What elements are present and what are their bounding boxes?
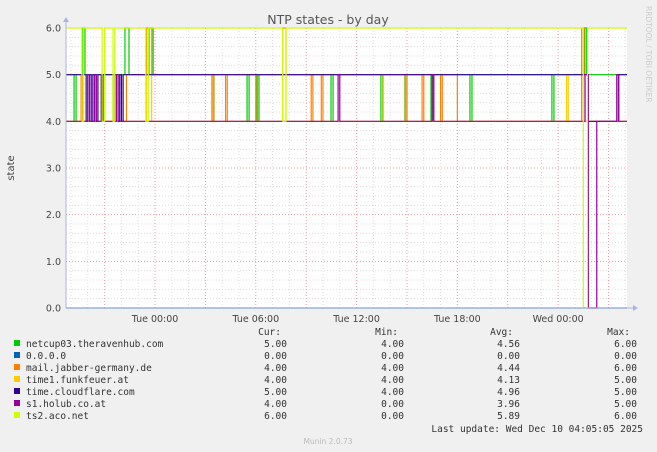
legend-header-min: Min: — [375, 327, 398, 338]
x-tick-label: Tue 06:00 — [231, 314, 279, 325]
x-tick-label: Wed 00:00 — [533, 314, 584, 325]
legend-avg-value: 4.56 — [497, 339, 520, 350]
legend-header-max: Max: — [607, 327, 630, 338]
legend-cur-value: 4.00 — [264, 399, 287, 410]
y-axis-label: state — [6, 155, 17, 180]
legend-min-value: 0.00 — [381, 411, 404, 422]
legend-cur-value: 6.00 — [264, 411, 287, 422]
legend-swatch — [14, 388, 20, 394]
legend-name: time1.funkfeuer.at — [26, 375, 129, 386]
legend-min-value: 4.00 — [381, 363, 404, 374]
legend-cur-value: 5.00 — [264, 339, 287, 350]
legend-avg-value: 5.89 — [497, 411, 520, 422]
legend-swatch — [14, 340, 20, 346]
legend-min-value: 4.00 — [381, 387, 404, 398]
legend-cur-value: 4.00 — [264, 363, 287, 374]
y-tick-label: 4.0 — [46, 117, 61, 128]
legend-avg-value: 4.96 — [497, 387, 520, 398]
last-update: Last update: Wed Dec 10 04:05:05 2025 — [431, 424, 643, 435]
legend-name: netcup03.theravenhub.com — [26, 339, 164, 350]
legend: Cur: Min: Avg: Max: netcup03.theravenhub.com… — [14, 327, 637, 422]
legend-max-value: 5.00 — [614, 387, 637, 398]
legend-max-value: 6.00 — [614, 363, 637, 374]
x-tick-label: Tue 18:00 — [433, 314, 481, 325]
legend-max-value: 6.00 — [614, 411, 637, 422]
y-axis-arrow — [63, 17, 69, 22]
rrdtool-watermark: RRDTOOL / TOBI OETIKER — [644, 6, 653, 103]
x-tick-label: Tue 12:00 — [332, 314, 380, 325]
y-tick-label: 5.0 — [46, 70, 61, 81]
legend-header-cur: Cur: — [258, 327, 281, 338]
y-tick-label: 2.0 — [46, 210, 61, 221]
legend-swatch — [14, 364, 20, 370]
munin-graph: NTP states - by day state RRDTOOL / TOBI… — [0, 0, 657, 452]
legend-min-value: 0.00 — [381, 399, 404, 410]
legend-avg-value: 0.00 — [497, 351, 520, 362]
legend-max-value: 5.00 — [614, 399, 637, 410]
legend-name: ts2.aco.net — [26, 411, 89, 422]
legend-name: mail.jabber-germany.de — [26, 363, 152, 374]
legend-swatch — [14, 352, 20, 358]
legend-swatch — [14, 400, 20, 406]
chart-title: NTP states - by day — [267, 12, 389, 27]
grid — [66, 27, 627, 309]
munin-version: Munin 2.0.73 — [303, 437, 352, 446]
legend-name: 0.0.0.0 — [26, 351, 66, 362]
legend-header-avg: Avg: — [490, 327, 513, 338]
legend-swatch — [14, 412, 20, 418]
legend-max-value: 6.00 — [614, 339, 637, 350]
legend-cur-value: 0.00 — [264, 351, 287, 362]
legend-avg-value: 3.96 — [497, 399, 520, 410]
legend-cur-value: 4.00 — [264, 375, 287, 386]
legend-cur-value: 5.00 — [264, 387, 287, 398]
legend-avg-value: 4.13 — [497, 375, 520, 386]
legend-avg-value: 4.44 — [497, 363, 520, 374]
y-tick-label: 6.0 — [46, 24, 61, 35]
legend-name: time.cloudflare.com — [26, 387, 135, 398]
legend-max-value: 5.00 — [614, 375, 637, 386]
legend-max-value: 0.00 — [614, 351, 637, 362]
y-tick-label: 0.0 — [46, 304, 61, 315]
legend-name: s1.holub.co.at — [26, 399, 106, 410]
legend-min-value: 0.00 — [381, 351, 404, 362]
legend-min-value: 4.00 — [381, 339, 404, 350]
x-tick-label: Tue 00:00 — [131, 314, 179, 325]
chart-svg: NTP states - by day state RRDTOOL / TOBI… — [6, 6, 653, 446]
y-tick-label: 3.0 — [46, 164, 61, 175]
legend-min-value: 4.00 — [381, 375, 404, 386]
legend-swatch — [14, 376, 20, 382]
x-axis-arrow — [633, 305, 638, 311]
y-tick-label: 1.0 — [46, 257, 61, 268]
